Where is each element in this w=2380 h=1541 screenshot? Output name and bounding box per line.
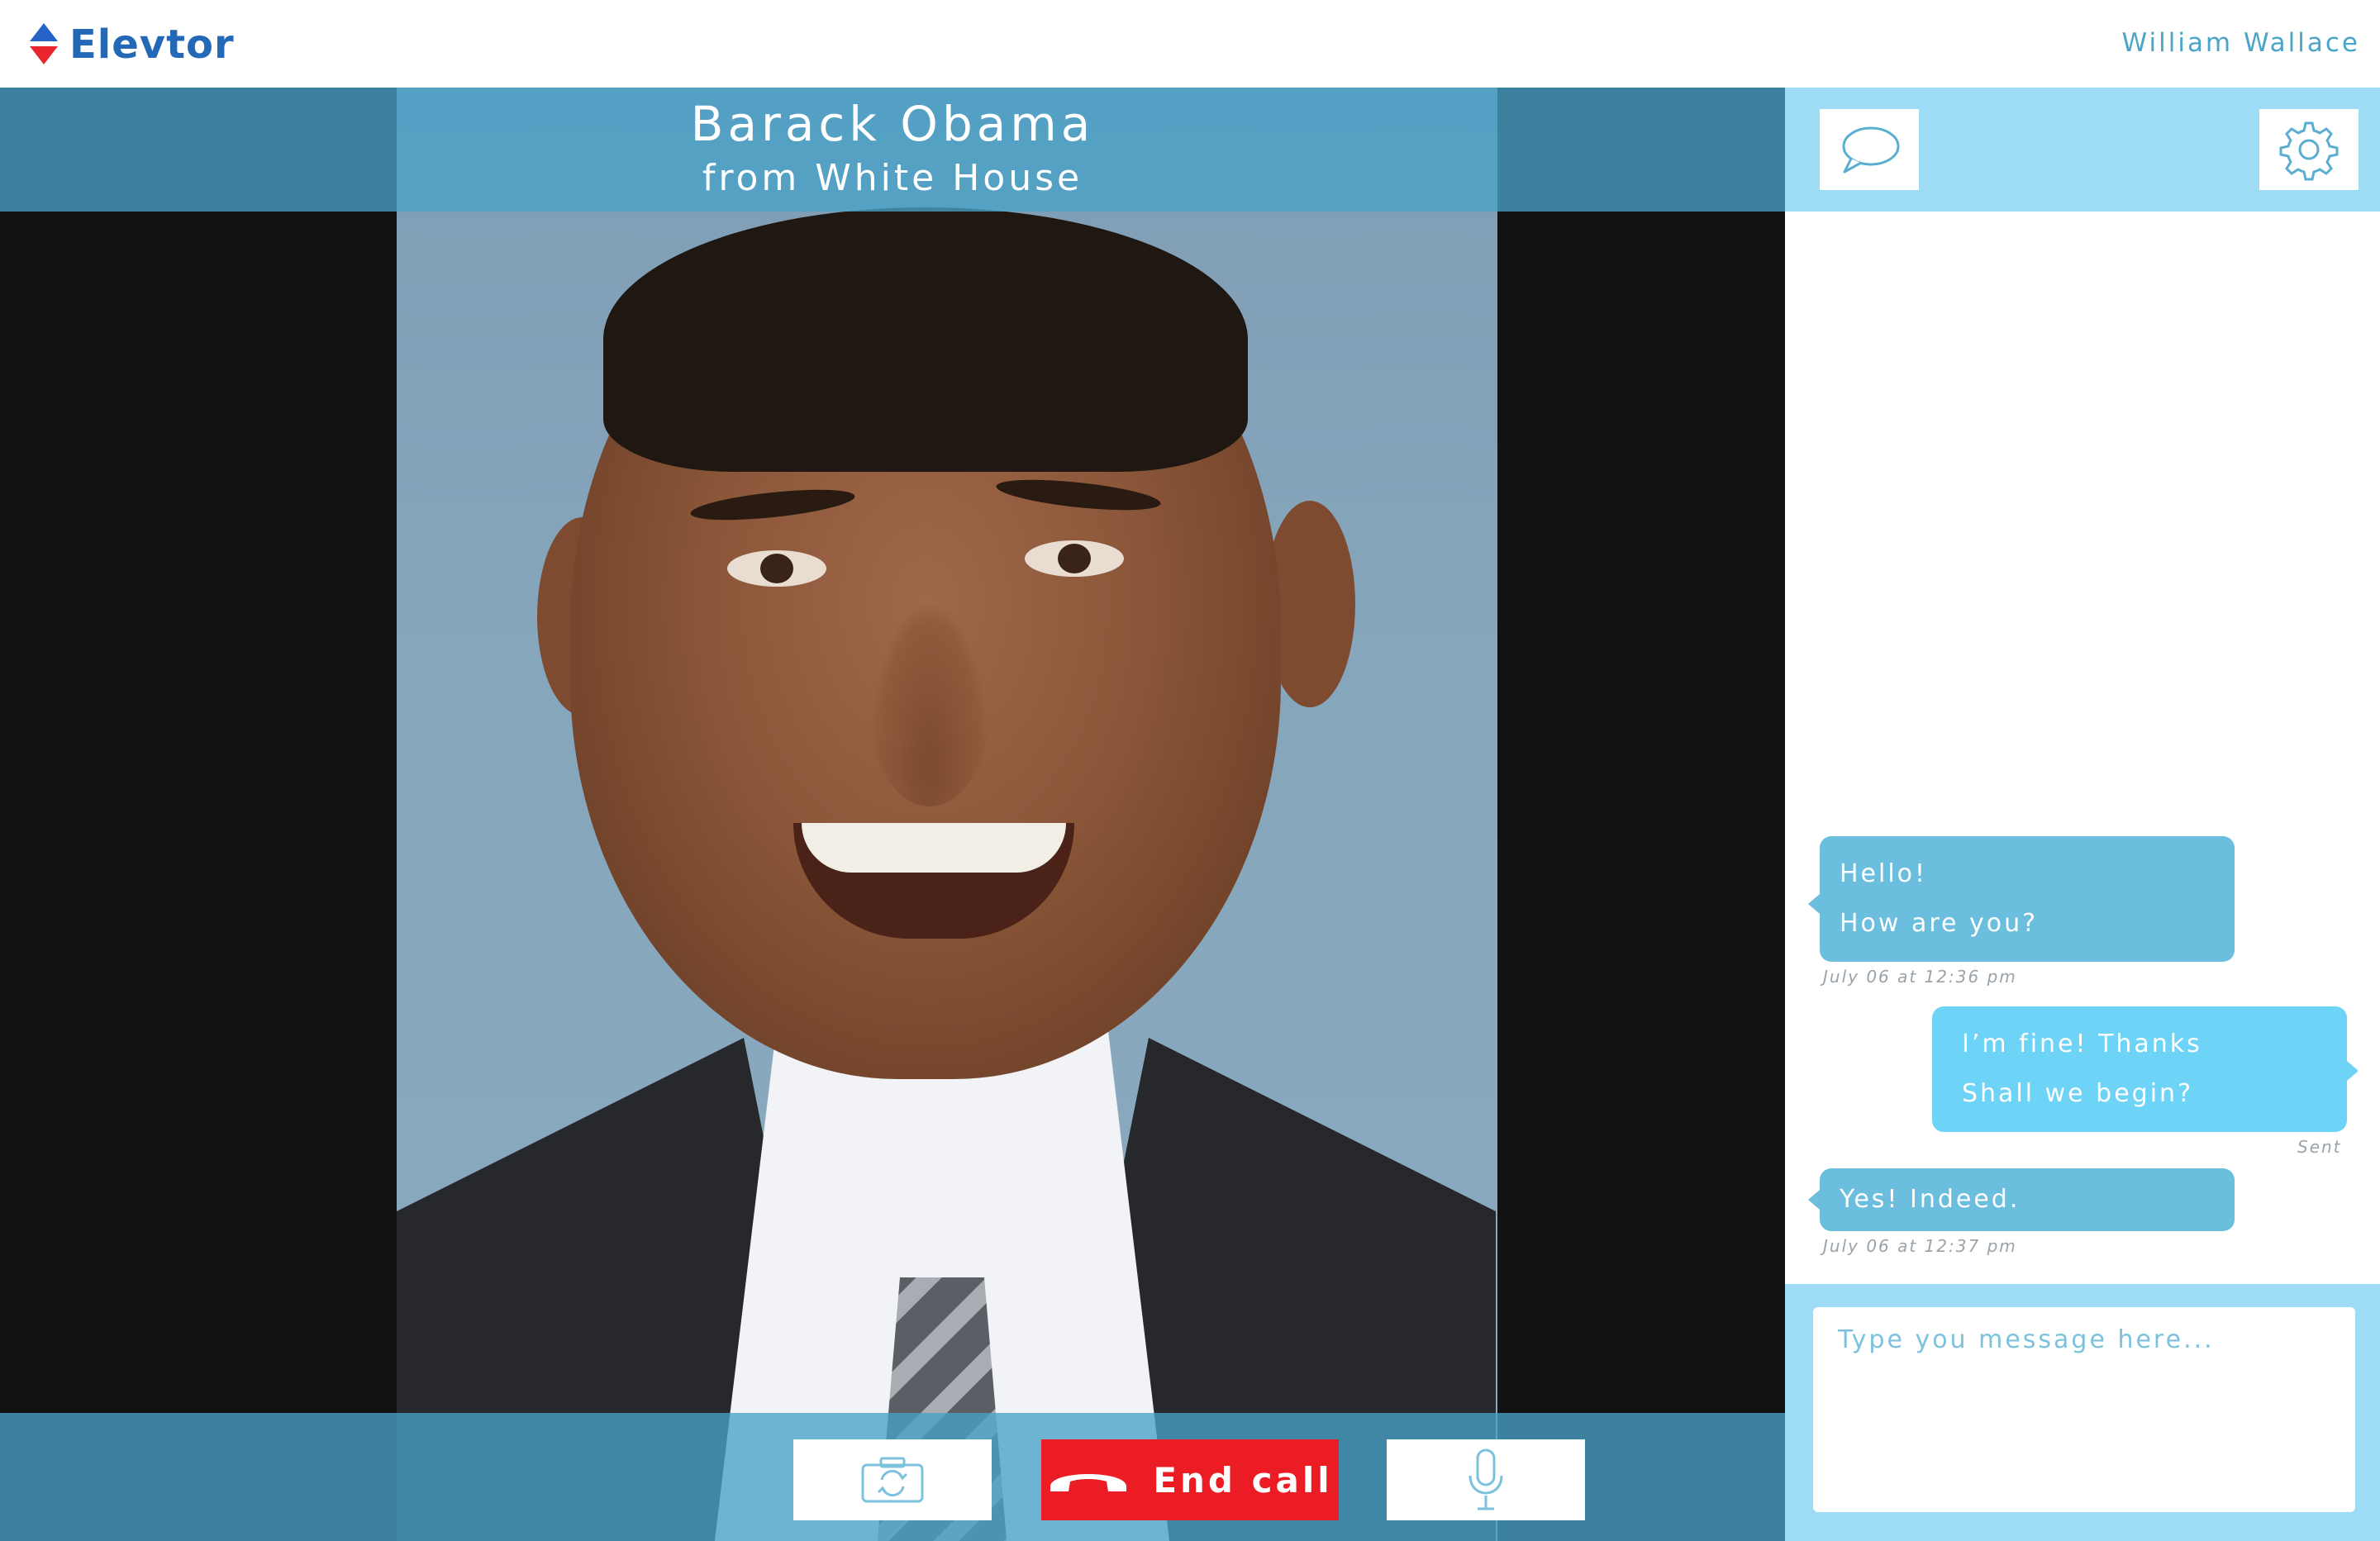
message-timestamp: July 06 at 12:37 pm bbox=[1823, 1236, 2017, 1256]
switch-camera-button[interactable] bbox=[793, 1439, 992, 1520]
end-call-label: End call bbox=[1153, 1459, 1333, 1501]
message-line: Yes! Indeed. bbox=[1840, 1185, 2021, 1214]
chat-message-incoming: Yes! Indeed. bbox=[1808, 1168, 2235, 1231]
chat-sidebar: Hello! How are you? July 06 at 12:36 pm … bbox=[1785, 88, 2380, 1541]
message-input[interactable] bbox=[1813, 1307, 2355, 1512]
end-call-button[interactable]: End call bbox=[1041, 1439, 1339, 1520]
message-status: Sent bbox=[2297, 1137, 2342, 1157]
caller-organization: from White House bbox=[702, 157, 1083, 199]
microphone-button[interactable] bbox=[1387, 1439, 1585, 1520]
caller-name: Barack Obama bbox=[690, 96, 1095, 152]
chat-bubble-icon bbox=[1842, 126, 1900, 174]
app-name: Elevtor bbox=[69, 21, 235, 68]
message-line: Hello! bbox=[1840, 859, 1928, 888]
app-logo[interactable]: Elevtor bbox=[30, 18, 235, 71]
chat-toolbar bbox=[1785, 88, 2380, 212]
call-controls-bar: End call bbox=[0, 1413, 1785, 1541]
message-composer-area bbox=[1785, 1284, 2380, 1541]
message-line: Shall we begin? bbox=[1962, 1079, 2193, 1108]
user-name[interactable]: William Wallace bbox=[2122, 28, 2360, 58]
phone-hangup-icon bbox=[1050, 1474, 1127, 1491]
camera-switch-icon bbox=[861, 1457, 924, 1503]
gear-icon bbox=[2279, 121, 2339, 181]
settings-button[interactable] bbox=[2259, 109, 2359, 190]
video-panel: Barack Obama from White House End call bbox=[0, 88, 1785, 1541]
chat-message-incoming: Hello! How are you? bbox=[1808, 836, 2235, 962]
chat-message-outgoing: I’m fine! Thanks Shall we begin? bbox=[1932, 1006, 2359, 1132]
caller-info-bar: Barack Obama from White House bbox=[0, 88, 1785, 212]
top-bar: Elevtor William Wallace bbox=[0, 0, 2380, 88]
chat-toggle-button[interactable] bbox=[1820, 109, 1919, 190]
elevator-arrows-icon bbox=[30, 23, 58, 66]
message-line: I’m fine! Thanks bbox=[1962, 1030, 2202, 1058]
message-line: How are you? bbox=[1840, 909, 2039, 938]
microphone-icon bbox=[1468, 1448, 1503, 1510]
remote-video-feed bbox=[397, 88, 1497, 1541]
message-timestamp: July 06 at 12:36 pm bbox=[1823, 967, 2017, 987]
